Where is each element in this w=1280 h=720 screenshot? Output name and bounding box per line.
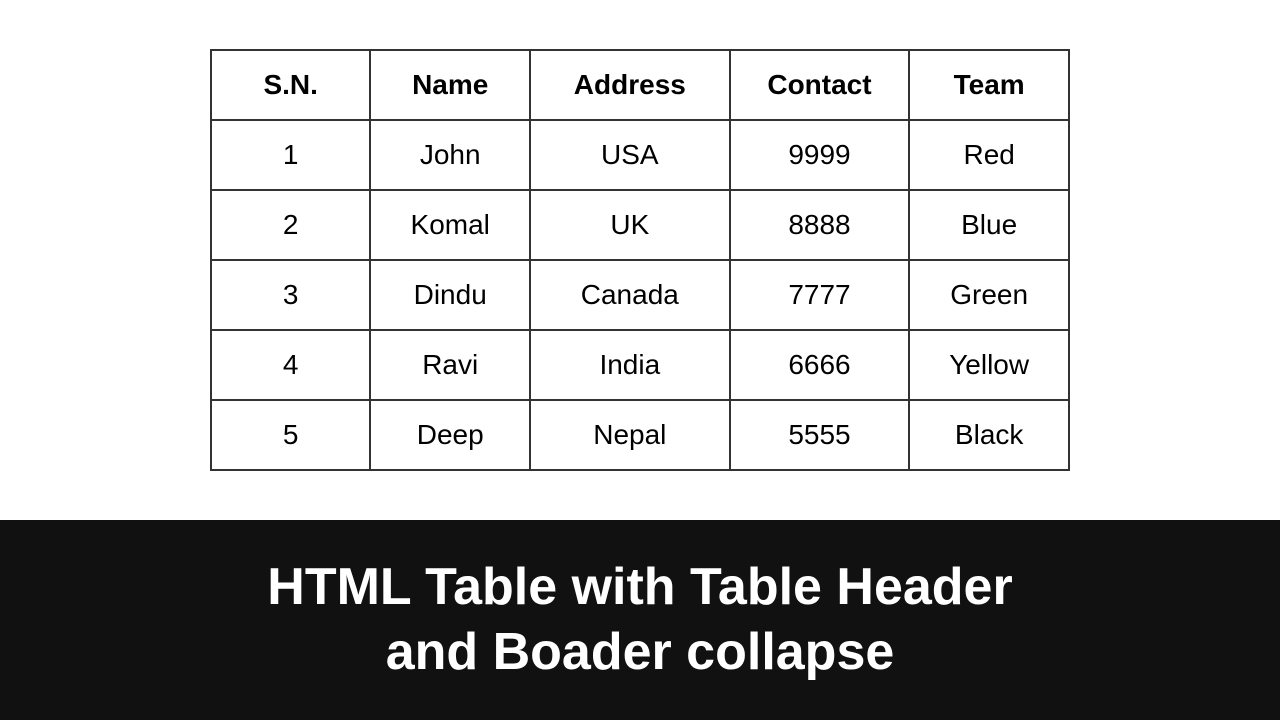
table-row: 1JohnUSA9999Red	[211, 120, 1069, 190]
cell-sn-5: 5	[211, 400, 370, 470]
table-section: S.N. Name Address Contact Team 1JohnUSA9…	[0, 0, 1280, 520]
table-row: 4RaviIndia6666Yellow	[211, 330, 1069, 400]
cell-contact-3: 7777	[730, 260, 910, 330]
cell-contact-1: 9999	[730, 120, 910, 190]
bottom-title: HTML Table with Table Header and Boader …	[267, 555, 1012, 685]
cell-sn-2: 2	[211, 190, 370, 260]
table-row: 5DeepNepal5555Black	[211, 400, 1069, 470]
cell-contact-4: 6666	[730, 330, 910, 400]
cell-name-5: Deep	[370, 400, 530, 470]
cell-team-2: Blue	[909, 190, 1069, 260]
cell-team-3: Green	[909, 260, 1069, 330]
cell-name-1: John	[370, 120, 530, 190]
cell-address-3: Canada	[530, 260, 730, 330]
cell-team-1: Red	[909, 120, 1069, 190]
cell-contact-2: 8888	[730, 190, 910, 260]
data-table: S.N. Name Address Contact Team 1JohnUSA9…	[210, 49, 1070, 471]
cell-name-4: Ravi	[370, 330, 530, 400]
cell-address-4: India	[530, 330, 730, 400]
cell-name-3: Dindu	[370, 260, 530, 330]
cell-contact-5: 5555	[730, 400, 910, 470]
cell-address-5: Nepal	[530, 400, 730, 470]
col-header-team: Team	[909, 50, 1069, 120]
col-header-contact: Contact	[730, 50, 910, 120]
header-row: S.N. Name Address Contact Team	[211, 50, 1069, 120]
cell-team-4: Yellow	[909, 330, 1069, 400]
cell-address-1: USA	[530, 120, 730, 190]
col-header-address: Address	[530, 50, 730, 120]
cell-sn-1: 1	[211, 120, 370, 190]
cell-team-5: Black	[909, 400, 1069, 470]
bottom-title-line2: and Boader collapse	[386, 623, 895, 681]
bottom-title-line1: HTML Table with Table Header	[267, 558, 1012, 616]
cell-name-2: Komal	[370, 190, 530, 260]
table-row: 2KomalUK8888Blue	[211, 190, 1069, 260]
cell-sn-4: 4	[211, 330, 370, 400]
col-header-name: Name	[370, 50, 530, 120]
cell-sn-3: 3	[211, 260, 370, 330]
bottom-banner: HTML Table with Table Header and Boader …	[0, 520, 1280, 720]
col-header-sn: S.N.	[211, 50, 370, 120]
cell-address-2: UK	[530, 190, 730, 260]
table-row: 3DinduCanada7777Green	[211, 260, 1069, 330]
